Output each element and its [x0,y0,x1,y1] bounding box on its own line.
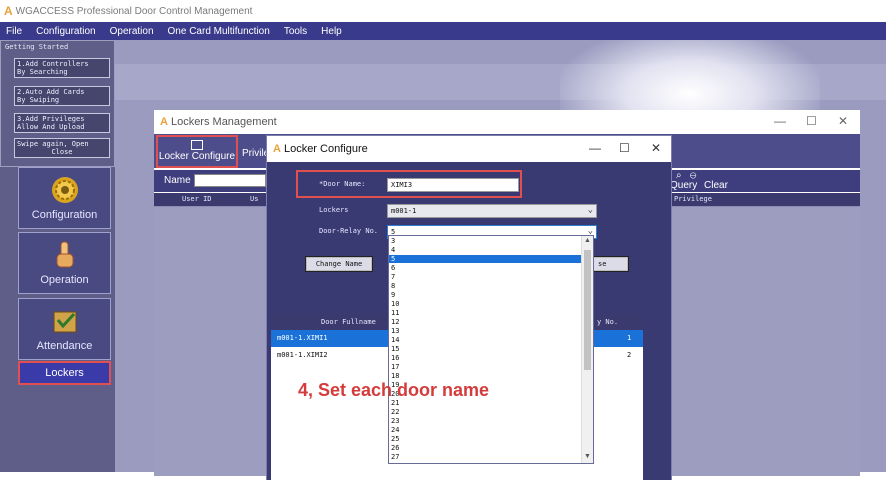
scroll-down-icon[interactable]: ▼ [584,453,591,460]
auto-add-cards-button[interactable]: 2.Auto Add Cards By Swiping [14,86,110,106]
chevron-down-icon: ⌄ [587,205,593,215]
nav-lockers[interactable]: Lockers [18,361,111,385]
maximize-icon[interactable]: ☐ [806,114,817,128]
dropdown-option[interactable]: 13 [389,327,581,335]
dropdown-option[interactable]: 15 [389,345,581,353]
door-name-highlight [296,170,522,198]
door-relay-dropdown-list[interactable]: 3 4 5 6 7 8 9 10 11 12 13 14 15 16 17 18 19 20 21 22 23 24 25 2… [388,235,594,464]
dropdown-option[interactable]: 7 [389,273,581,281]
name-label: Name [164,175,191,186]
pointing-hand-icon [56,241,73,268]
attendance-icon [53,311,76,333]
query-button[interactable]: Query [670,180,697,191]
row-relay: 2 [627,351,632,359]
scroll-up-icon[interactable]: ▲ [584,237,591,244]
instruction-annotation: 4, Set each door name [298,380,490,400]
app-title-bar: A WGACCESS Professional Door Control Man… [0,0,886,22]
dropdown-option[interactable]: 11 [389,309,581,317]
dropdown-scrollbar[interactable]: ▲ ▼ [581,236,593,463]
dropdown-option[interactable]: 18 [389,372,581,380]
button-line: By Swiping [17,96,60,104]
dialog-close-icon[interactable]: ✕ [651,141,661,155]
name-search-input[interactable] [194,174,266,187]
dropdown-option[interactable]: 5 [389,255,581,263]
col-relay-no[interactable]: y No. [597,318,618,326]
menu-configuration[interactable]: Configuration [36,26,95,37]
menu-help[interactable]: Help [321,26,342,37]
minimize-icon[interactable]: — [774,114,786,128]
button-line: 2.Auto Add Cards [17,88,85,96]
nav-operation[interactable]: Operation [18,232,111,294]
app-title: WGACCESS Professional Door Control Manag… [15,5,253,17]
dropdown-option[interactable]: 9 [389,291,581,299]
col-user-id[interactable]: User ID [182,195,212,203]
nav-configuration-label: Configuration [31,209,98,221]
nav-configuration[interactable]: Configuration [18,167,111,229]
edit-icon [191,140,203,150]
dropdown-option[interactable]: 8 [389,282,581,290]
lockers-window-title: Lockers Management [170,116,277,128]
button-line: Allow And Upload [17,123,85,131]
menu-tools[interactable]: Tools [284,26,307,37]
dialog-maximize-icon[interactable]: ☐ [619,141,630,155]
clear-button[interactable]: Clear [704,180,728,191]
close-icon[interactable]: ✕ [838,114,848,128]
row-fullname: m001-1.XIMI1 [277,334,328,342]
locker-configure-titlebar: A Locker Configure [267,136,671,162]
col-us[interactable]: Us [250,195,258,203]
locker-configure-label: Locker Configure [158,151,236,162]
dropdown-option[interactable]: 14 [389,336,581,344]
menu-one-card[interactable]: One Card Multifunction [168,26,270,37]
dropdown-option[interactable]: 4 [389,246,581,254]
locker-configure-title: Locker Configure [283,143,368,155]
app-logo-icon: A [273,143,281,155]
dialog-minimize-icon[interactable]: — [589,141,601,155]
nav-operation-label: Operation [40,274,89,286]
col-door-fullname[interactable]: Door Fullname [321,318,376,326]
scrollbar-thumb[interactable] [584,250,591,370]
dropdown-option[interactable]: 6 [389,264,581,272]
dropdown-option[interactable]: 22 [389,408,581,416]
app-logo-icon: A [160,116,168,128]
dropdown-option[interactable]: 3 [389,237,581,245]
nav-attendance[interactable]: Attendance [18,298,111,360]
lockers-select-value: m001-1 [391,207,417,215]
col-privilege[interactable]: Privilege [674,195,712,203]
dropdown-option[interactable]: 26 [389,444,581,452]
locker-configure-button[interactable]: Locker Configure [156,135,238,168]
door-relay-label: Door-Relay No. [319,227,379,235]
dropdown-option[interactable]: 27 [389,453,581,461]
button-line: By Searching [17,68,68,76]
dropdown-option[interactable]: 17 [389,363,581,371]
app-logo-icon: A [4,4,13,18]
add-privileges-button[interactable]: 3.Add Privileges Allow And Upload [14,113,110,133]
menu-bar: File Configuration Operation One Card Mu… [0,22,886,40]
button-line: Swipe again, Open [17,140,89,148]
getting-started-legend: Getting Started [5,43,69,51]
menu-file[interactable]: File [6,26,22,37]
row-fullname: m001-1.XIMI2 [277,351,328,359]
dropdown-option[interactable]: 24 [389,426,581,434]
gear-icon [51,177,78,203]
change-name-button[interactable]: Change Name [305,256,373,272]
dropdown-option[interactable]: 25 [389,435,581,443]
button-line: 3.Add Privileges [17,115,85,123]
query-clear-group: ⌕ ⊖ Query Clear [670,171,728,191]
swipe-open-close-button[interactable]: Swipe again, Open Close [14,138,110,158]
dropdown-option[interactable]: 12 [389,318,581,326]
lockers-label: Lockers [319,206,349,214]
lockers-window-titlebar: A Lockers Management [154,110,860,134]
button-line: 1.Add Controllers [17,60,89,68]
lockers-select[interactable]: m001-1 ⌄ [387,204,597,218]
row-relay: 1 [627,334,632,342]
dropdown-option[interactable]: 23 [389,417,581,425]
button-line: Close [51,148,73,156]
add-controllers-button[interactable]: 1.Add Controllers By Searching [14,58,110,78]
dropdown-option[interactable]: 10 [389,300,581,308]
menu-operation[interactable]: Operation [110,26,154,37]
dropdown-option[interactable]: 16 [389,354,581,362]
nav-attendance-label: Attendance [36,340,93,352]
